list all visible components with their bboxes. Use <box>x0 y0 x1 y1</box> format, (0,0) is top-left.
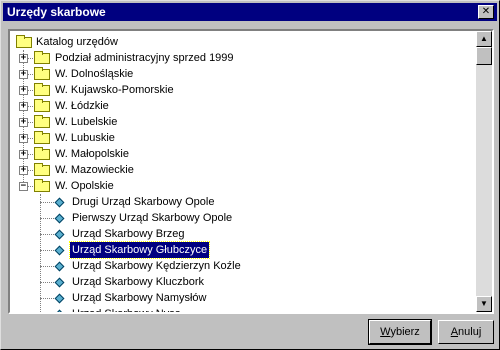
tree-folder-item[interactable]: + W. Mazowieckie <box>10 162 470 178</box>
expand-icon[interactable]: + <box>19 150 28 159</box>
tree-item-label: Urząd Skarbowy Kędzierzyn Koźle <box>72 260 241 272</box>
tree-connector <box>40 202 54 203</box>
expand-icon[interactable]: + <box>19 118 28 127</box>
tree-folder-item[interactable]: + Podział administracyjny sprzed 1999 <box>10 50 470 66</box>
tree-item-label: Pierwszy Urząd Skarbowy Opole <box>72 212 233 224</box>
window-title: Urzędy skarbowe <box>7 5 106 19</box>
office-icon <box>54 261 65 272</box>
tree-leaf-item[interactable]: Pierwszy Urząd Skarbowy Opole <box>10 210 470 226</box>
tree-item-label: Drugi Urząd Skarbowy Opole <box>72 196 215 208</box>
tree-item-label: Katalog urzędów <box>36 36 118 48</box>
folder-icon <box>34 131 50 144</box>
expand-icon[interactable]: + <box>19 54 28 63</box>
office-icon <box>54 277 65 288</box>
tree-item-label: W. Opolskie <box>55 180 114 192</box>
folder-icon <box>34 115 50 128</box>
office-icon <box>54 229 65 240</box>
tree-folder-item[interactable]: + W. Lubelskie <box>10 114 470 130</box>
tree-folder-item[interactable]: + W. Łódzkie <box>10 98 470 114</box>
tree-item-label: W. Lubuskie <box>55 132 115 144</box>
expand-icon[interactable]: + <box>19 70 28 79</box>
tree-item-label: Urząd Skarbowy Brzeg <box>72 228 185 240</box>
cancel-button[interactable]: Anuluj <box>438 320 494 344</box>
dialog-window: Urzędy skarbowe ✕ Katalog urzędów + Podzia… <box>0 0 500 350</box>
tree-item-label: Urząd Skarbowy Kluczbork <box>72 276 205 288</box>
tree-connector <box>40 282 54 283</box>
folder-icon <box>34 179 50 192</box>
expand-icon[interactable]: + <box>19 166 28 175</box>
expand-icon[interactable]: + <box>19 134 28 143</box>
tree-item-label: W. Lubelskie <box>55 116 118 128</box>
tree-connector <box>40 218 54 219</box>
folder-icon <box>34 99 50 112</box>
tree-leaf-item[interactable]: Urząd Skarbowy Nysa <box>10 306 470 312</box>
tree-item-label: W. Dolnośląskie <box>55 68 134 80</box>
office-icon <box>54 245 65 256</box>
select-button[interactable]: Wybierz <box>368 319 432 345</box>
tree-leaf-item[interactable]: Urząd Skarbowy Kluczbork <box>10 274 470 290</box>
folder-icon <box>34 163 50 176</box>
tree-item-label: W. Mazowieckie <box>55 164 134 176</box>
scroll-thumb[interactable] <box>476 47 492 65</box>
folder-icon <box>34 83 50 96</box>
tree-item-label: Urząd Skarbowy Głubczyce <box>68 241 211 259</box>
tree-folder-item[interactable]: + W. Lubuskie <box>10 130 470 146</box>
folder-icon <box>34 51 50 64</box>
tree-item-label: W. Łódzkie <box>55 100 109 112</box>
tree-leaf-item[interactable]: Urząd Skarbowy Namysłów <box>10 290 470 306</box>
tree-folder-item[interactable]: + W. Kujawsko-Pomorskie <box>10 82 470 98</box>
select-button-accel: W <box>380 326 391 338</box>
office-icon <box>54 309 65 312</box>
tree-item-label: W. Kujawsko-Pomorskie <box>55 84 174 96</box>
tree-leaf-item[interactable]: Urząd Skarbowy Brzeg <box>10 226 470 242</box>
tree-list: Katalog urzędów + Podział administracyjny … <box>10 31 476 312</box>
office-icon <box>54 213 65 224</box>
folder-icon <box>34 67 50 80</box>
collapse-icon[interactable]: − <box>19 182 28 191</box>
tree-leaf-item[interactable]: Urząd Skarbowy Głubczyce <box>10 241 470 259</box>
tree-leaf-item[interactable]: Urząd Skarbowy Kędzierzyn Koźle <box>10 258 470 274</box>
tree-leaf-item[interactable]: Drugi Urząd Skarbowy Opole <box>10 194 470 210</box>
tree-root-item[interactable]: Katalog urzędów <box>10 34 470 50</box>
tree-connector <box>40 234 54 235</box>
office-icon <box>54 293 65 304</box>
folder-icon <box>16 35 32 48</box>
tree-connector <box>40 298 54 299</box>
tree-folder-item[interactable]: − W. Opolskie <box>10 178 470 194</box>
tree-folder-item[interactable]: + W. Małopolskie <box>10 146 470 162</box>
close-button[interactable]: ✕ <box>478 5 494 19</box>
vertical-scrollbar[interactable]: ▲ ▼ <box>476 31 492 312</box>
scroll-down-button[interactable]: ▼ <box>476 296 492 312</box>
tree-folder-item[interactable]: + W. Dolnośląskie <box>10 66 470 82</box>
folder-icon <box>34 147 50 160</box>
cancel-button-label: nuluj <box>458 326 482 338</box>
cancel-button-accel: A <box>450 326 459 338</box>
expand-icon[interactable]: + <box>19 102 28 111</box>
tree-connector <box>40 266 54 267</box>
select-button-label: ybierz <box>390 326 420 338</box>
office-tree: Katalog urzędów + Podział administracyjny … <box>8 29 494 314</box>
tree-item-label: Urząd Skarbowy Nysa <box>70 306 183 312</box>
tree-connector <box>40 250 54 251</box>
scroll-up-button[interactable]: ▲ <box>476 31 492 47</box>
office-icon <box>54 197 65 208</box>
expand-icon[interactable]: + <box>19 86 28 95</box>
tree-item-label: Podział administracyjny sprzed 1999 <box>55 52 234 64</box>
tree-item-label: Urząd Skarbowy Namysłów <box>72 292 207 304</box>
title-bar[interactable]: Urzędy skarbowe ✕ <box>3 3 497 21</box>
tree-item-label: W. Małopolskie <box>55 148 129 160</box>
